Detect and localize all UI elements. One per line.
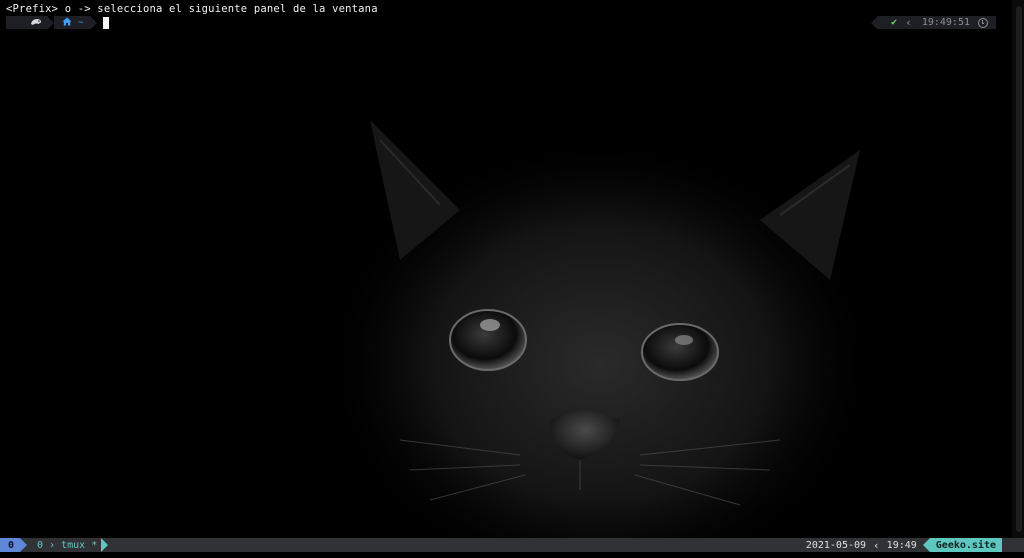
- prompt-os-segment: [6, 16, 48, 29]
- window-active-flag: *: [91, 539, 98, 551]
- chevron-left-icon: ‹: [905, 16, 912, 29]
- prompt-dir-segment: ~: [54, 16, 92, 29]
- right-prompt-segment: ✔ ‹ 19:49:51: [877, 16, 996, 29]
- session-separator: [20, 538, 28, 552]
- chevron-right-icon: ›: [49, 539, 56, 551]
- shell-prompt: ~: [6, 16, 110, 29]
- window-index: 0: [37, 539, 44, 551]
- status-hostname: Geeko.site: [929, 538, 1002, 552]
- chevron-left-icon: ‹: [873, 538, 880, 552]
- window-name: tmux: [61, 539, 86, 551]
- home-icon: [62, 17, 72, 29]
- tmux-status-bar: 0 0 › tmux * 2021-05-09 ‹ 19:49 Geeko.si…: [0, 538, 1024, 552]
- clock-icon: [978, 17, 988, 28]
- tmux-session[interactable]: 0: [0, 538, 21, 552]
- prompt-time: 19:49:51: [921, 17, 970, 28]
- opensuse-chameleon-icon: [30, 17, 42, 29]
- status-date: 2021-05-09: [805, 539, 867, 551]
- current-directory: ~: [78, 17, 84, 28]
- tmux-window-0[interactable]: 0 › tmux *: [27, 538, 109, 552]
- check-icon: ✔: [891, 17, 898, 28]
- window-separator: [101, 538, 109, 552]
- bottom-padding: [0, 552, 1024, 558]
- scrollbar-thumb[interactable]: [1016, 6, 1022, 532]
- prompt-separator: [91, 16, 98, 29]
- text-cursor: [103, 16, 110, 29]
- status-time: 19:49: [886, 539, 917, 551]
- status-right: 2021-05-09 ‹ 19:49 Geeko.site: [802, 538, 1024, 552]
- right-prompt: ✔ ‹ 19:49:51: [871, 16, 996, 29]
- host-separator: [922, 538, 930, 552]
- terminal-pane[interactable]: <Prefix> o -> selecciona el siguiente pa…: [0, 0, 1010, 538]
- tip-message: <Prefix> o -> selecciona el siguiente pa…: [6, 3, 378, 15]
- scrollbar[interactable]: [1012, 0, 1024, 538]
